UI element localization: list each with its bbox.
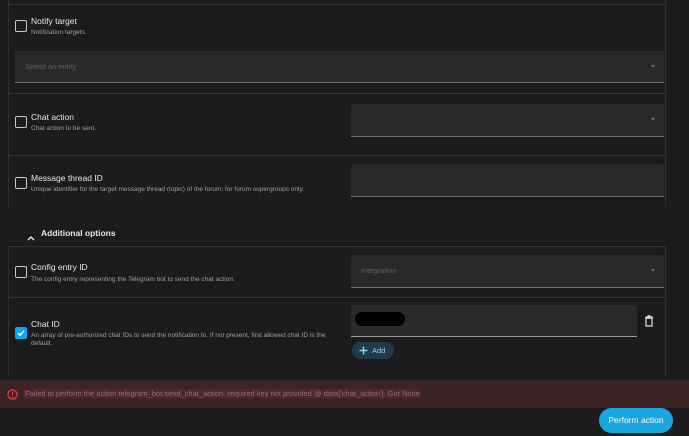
- divider: [8, 93, 666, 94]
- divider: [8, 297, 666, 298]
- divider: [8, 246, 9, 376]
- entity-select-placeholder: Select an entity: [25, 62, 77, 71]
- additional-options-header[interactable]: Additional options: [41, 228, 116, 238]
- divider: [665, 0, 666, 207]
- chat-action-select[interactable]: [351, 104, 664, 137]
- divider: [8, 0, 9, 207]
- notify-target-title: Notify target: [31, 16, 77, 26]
- chat-id-input[interactable]: [351, 305, 637, 337]
- notify-target-description: Notification targets.: [31, 29, 87, 36]
- config-entry-checkbox[interactable]: [15, 266, 27, 278]
- integration-placeholder: Integration: [361, 266, 397, 275]
- notify-target-checkbox[interactable]: [15, 20, 27, 32]
- chat-action-title: Chat action: [31, 112, 74, 122]
- perform-action-button[interactable]: Perform action: [599, 408, 673, 433]
- dropdown-caret-icon: [651, 118, 655, 121]
- redacted-value: [355, 312, 405, 326]
- divider: [665, 246, 666, 376]
- error-message: Failed to perform the action telegram_bo…: [24, 389, 421, 398]
- message-thread-checkbox[interactable]: [15, 177, 27, 189]
- chat-action-checkbox[interactable]: [15, 116, 27, 128]
- integration-select[interactable]: Integration: [351, 255, 664, 288]
- config-entry-description: The config entry representing the Telegr…: [31, 276, 235, 283]
- trash-icon[interactable]: [644, 314, 654, 332]
- add-label: Add: [372, 346, 386, 355]
- message-thread-title: Message thread ID: [31, 173, 103, 183]
- config-entry-title: Config entry ID: [31, 262, 88, 272]
- message-thread-description: Unique identifier for the target message…: [31, 186, 305, 193]
- plus-icon: [359, 346, 368, 355]
- add-chat-id-button[interactable]: Add: [352, 342, 394, 359]
- chat-action-description: Chat action to be sent.: [31, 125, 97, 132]
- message-thread-input[interactable]: [351, 164, 664, 197]
- divider: [8, 155, 666, 156]
- alert-circle-icon: [7, 389, 18, 400]
- entity-select[interactable]: Select an entity: [15, 51, 664, 83]
- divider: [8, 4, 666, 5]
- checkmark-icon: [17, 330, 25, 337]
- error-banner: Failed to perform the action telegram_bo…: [0, 380, 689, 408]
- chat-id-checkbox[interactable]: [15, 327, 27, 339]
- chat-id-description: An array of pre-authorized chat IDs to s…: [31, 332, 326, 347]
- divider: [8, 246, 666, 247]
- dropdown-caret-icon: [651, 65, 655, 68]
- dropdown-caret-icon: [651, 269, 655, 272]
- chat-id-title: Chat ID: [31, 319, 60, 329]
- chevron-up-icon[interactable]: [27, 228, 35, 246]
